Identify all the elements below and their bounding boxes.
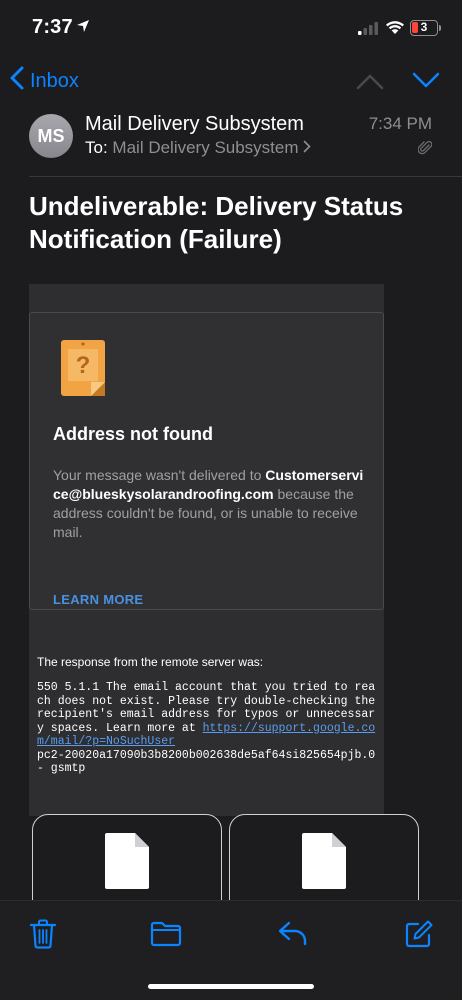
battery-icon: 3	[410, 20, 438, 36]
chevron-up-icon[interactable]	[356, 72, 384, 95]
reply-icon[interactable]	[277, 919, 309, 952]
bounce-card: ? Address not found Your message wasn't …	[29, 312, 384, 610]
svg-text:?: ?	[76, 352, 91, 379]
learn-more-link[interactable]: LEARN MORE	[53, 592, 143, 607]
warning-sign-icon: ?	[61, 340, 105, 401]
signal-icon	[358, 22, 378, 40]
email-body: ? Address not found Your message wasn't …	[29, 284, 384, 816]
sent-time: 7:34 PM	[368, 114, 432, 133]
chevron-left-icon	[10, 66, 30, 96]
avatar[interactable]: MS	[29, 114, 73, 158]
document-icon	[105, 833, 149, 894]
status-bar: 7:37 3	[0, 0, 462, 58]
recipient-line[interactable]: To: Mail Delivery Subsystem	[85, 138, 311, 158]
recipient-name: Mail Delivery Subsystem	[112, 138, 299, 157]
folder-icon[interactable]	[150, 919, 182, 952]
header-divider	[29, 176, 462, 177]
chevron-down-icon[interactable]	[412, 72, 440, 95]
server-response: 550 5.1.1 The email account that you tri…	[37, 681, 379, 776]
response-label: The response from the remote server was:	[37, 655, 264, 669]
sender-name[interactable]: Mail Delivery Subsystem	[85, 113, 304, 136]
chevron-right-icon	[303, 138, 311, 157]
compose-icon[interactable]	[404, 919, 434, 954]
wifi-icon	[385, 20, 405, 40]
battery-level: 3	[420, 20, 428, 34]
explanation-prefix: Your message wasn't delivered to	[53, 467, 266, 483]
back-label: Inbox	[30, 69, 79, 92]
status-time: 7:37	[32, 16, 73, 38]
nav-bar: Inbox	[0, 60, 462, 104]
to-label: To:	[85, 138, 108, 157]
card-title: Address not found	[53, 424, 213, 444]
response-tail: pc2-20020a17090b3b8200b002638de5af64si82…	[37, 748, 376, 776]
home-indicator[interactable]	[148, 984, 314, 989]
trash-icon[interactable]	[29, 919, 57, 954]
message-header: MS Mail Delivery Subsystem To: Mail Deli…	[0, 112, 462, 172]
bounce-explanation: Your message wasn't delivered to Custome…	[53, 466, 368, 542]
document-icon	[302, 833, 346, 894]
location-arrow-icon	[76, 19, 90, 38]
message-subject: Undeliverable: Delivery Status Notificat…	[29, 191, 404, 254]
back-to-inbox-button[interactable]: Inbox	[10, 66, 79, 96]
paperclip-icon	[417, 140, 433, 161]
